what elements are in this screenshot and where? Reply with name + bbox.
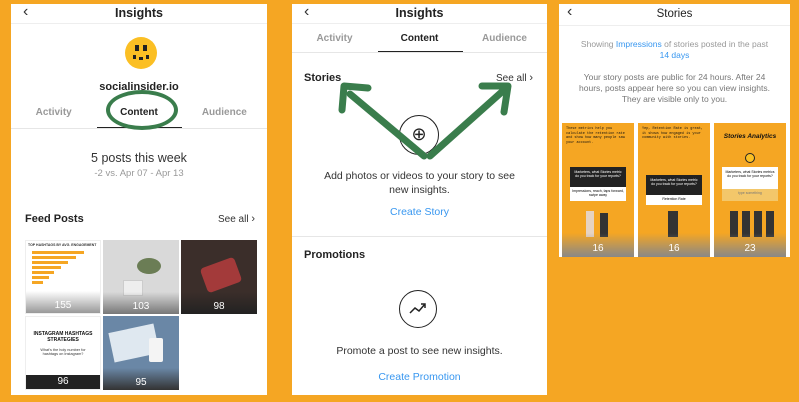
thumbnail-count: 96 <box>57 376 69 387</box>
story-headline: Stories Analytics <box>723 133 777 140</box>
section-divider <box>292 236 547 237</box>
page-title: Stories <box>656 8 693 20</box>
thumbnail-count: 155 <box>54 300 72 311</box>
tab-audience[interactable]: Audience <box>182 107 267 118</box>
promotions-section-title: Promotions <box>304 249 366 261</box>
story-card[interactable]: Yep, Retention Rate is great, it shows h… <box>638 123 710 257</box>
promotion-trend-icon <box>399 290 437 328</box>
thumbnail-caption: TOP HASHTAGS BY AVG. ENGAGEMENT <box>28 243 97 247</box>
bar-graphic <box>32 251 84 284</box>
page-title: Insights <box>395 6 444 20</box>
posts-comparison: -2 vs. Apr 07 - Apr 13 <box>94 168 184 179</box>
story-reply-box: type something <box>722 189 778 201</box>
feed-thumbnail[interactable]: 95 <box>103 316 179 390</box>
feed-thumbnail[interactable]: TOP HASHTAGS BY AVG. ENGAGEMENT 155 <box>25 240 101 314</box>
posts-summary: 5 posts this week <box>91 151 187 165</box>
story-card[interactable]: Stories Analytics Marketers, what Storie… <box>714 123 786 257</box>
story-card[interactable]: These metrics help you calculate the ret… <box>562 123 634 257</box>
insights-stories-panel: ‹ Insights Activity Content Audience Sto… <box>292 4 547 395</box>
create-story-link[interactable]: Create Story <box>292 206 547 218</box>
annotation-arrows <box>332 74 522 164</box>
stories-notice: Your story posts are public for 24 hours… <box>579 72 770 104</box>
chevron-right-icon: › <box>251 213 255 225</box>
story-count: 23 <box>744 243 756 254</box>
story-count: 16 <box>592 243 604 254</box>
avatar-face-icon <box>132 45 150 60</box>
page-title: Insights <box>115 6 163 20</box>
phone-graphic <box>149 338 163 362</box>
nav-bar: ‹ Stories <box>559 4 790 26</box>
person-graphic <box>199 256 243 294</box>
period-selector[interactable]: 14 days <box>660 50 690 60</box>
nav-bar: ‹ Insights <box>292 4 547 24</box>
stories-insights-panel: ‹ Stories Showing Impressions of stories… <box>559 4 790 257</box>
thumbnail-count: 98 <box>213 301 225 312</box>
story-reply-box: Impressions, reach, taps forward, swipe … <box>570 187 626 201</box>
avatar <box>125 37 157 69</box>
feed-thumbnail[interactable]: 103 <box>103 240 179 314</box>
plant-graphic <box>137 258 161 274</box>
thumbnail-count: 95 <box>135 377 147 388</box>
story-reply-box: Retention Rate <box>646 195 702 205</box>
tab-activity[interactable]: Activity <box>292 33 377 44</box>
story-question-box: Marketers, what Stories metrics do you t… <box>722 167 778 189</box>
story-count: 16 <box>668 243 680 254</box>
tab-content[interactable]: Content <box>377 33 462 44</box>
tabs-divider <box>292 52 547 53</box>
chevron-right-icon: › <box>529 72 533 84</box>
feed-thumbnail[interactable]: INSTAGRAM HASHTAGS STRATEGIES What's the… <box>25 316 101 390</box>
content-tabs: Activity Content Audience <box>292 33 547 44</box>
thumbnail-count: 103 <box>132 301 150 312</box>
thumbnail-subcaption: What's the holy number for hashtags on I… <box>40 348 86 356</box>
promotions-empty-message: Promote a post to see new insights. <box>336 345 503 357</box>
showing-metric-line: Showing Impressions of stories posted in… <box>580 39 769 60</box>
see-all-link[interactable]: See all › <box>218 213 255 225</box>
feed-thumbnail[interactable]: 98 <box>181 240 257 314</box>
metric-selector[interactable]: Impressions <box>616 39 662 49</box>
thumbnail-caption: INSTAGRAM HASHTAGS STRATEGIES <box>33 331 93 343</box>
content-tab-highlight-circle <box>106 90 178 130</box>
stories-empty-message: Add photos or videos to your story to se… <box>324 170 515 196</box>
avatar <box>745 153 755 163</box>
feed-posts-title: Feed Posts <box>25 213 84 225</box>
nav-bar: ‹ Insights <box>11 4 267 24</box>
story-headline: Yep, Retention Rate is great, it shows h… <box>642 127 703 140</box>
tab-activity[interactable]: Activity <box>11 107 96 118</box>
story-question-box: Marketers, what Stories metric do you tr… <box>646 175 702 195</box>
create-promotion-link[interactable]: Create Promotion <box>292 371 547 383</box>
insights-content-panel: ‹ Insights socialinsider.io Activity Con… <box>11 4 267 395</box>
story-headline: These metrics help you calculate the ret… <box>566 127 625 145</box>
story-question-box: Marketers, what Stories metric do you tr… <box>570 167 626 187</box>
tab-audience[interactable]: Audience <box>462 33 547 44</box>
